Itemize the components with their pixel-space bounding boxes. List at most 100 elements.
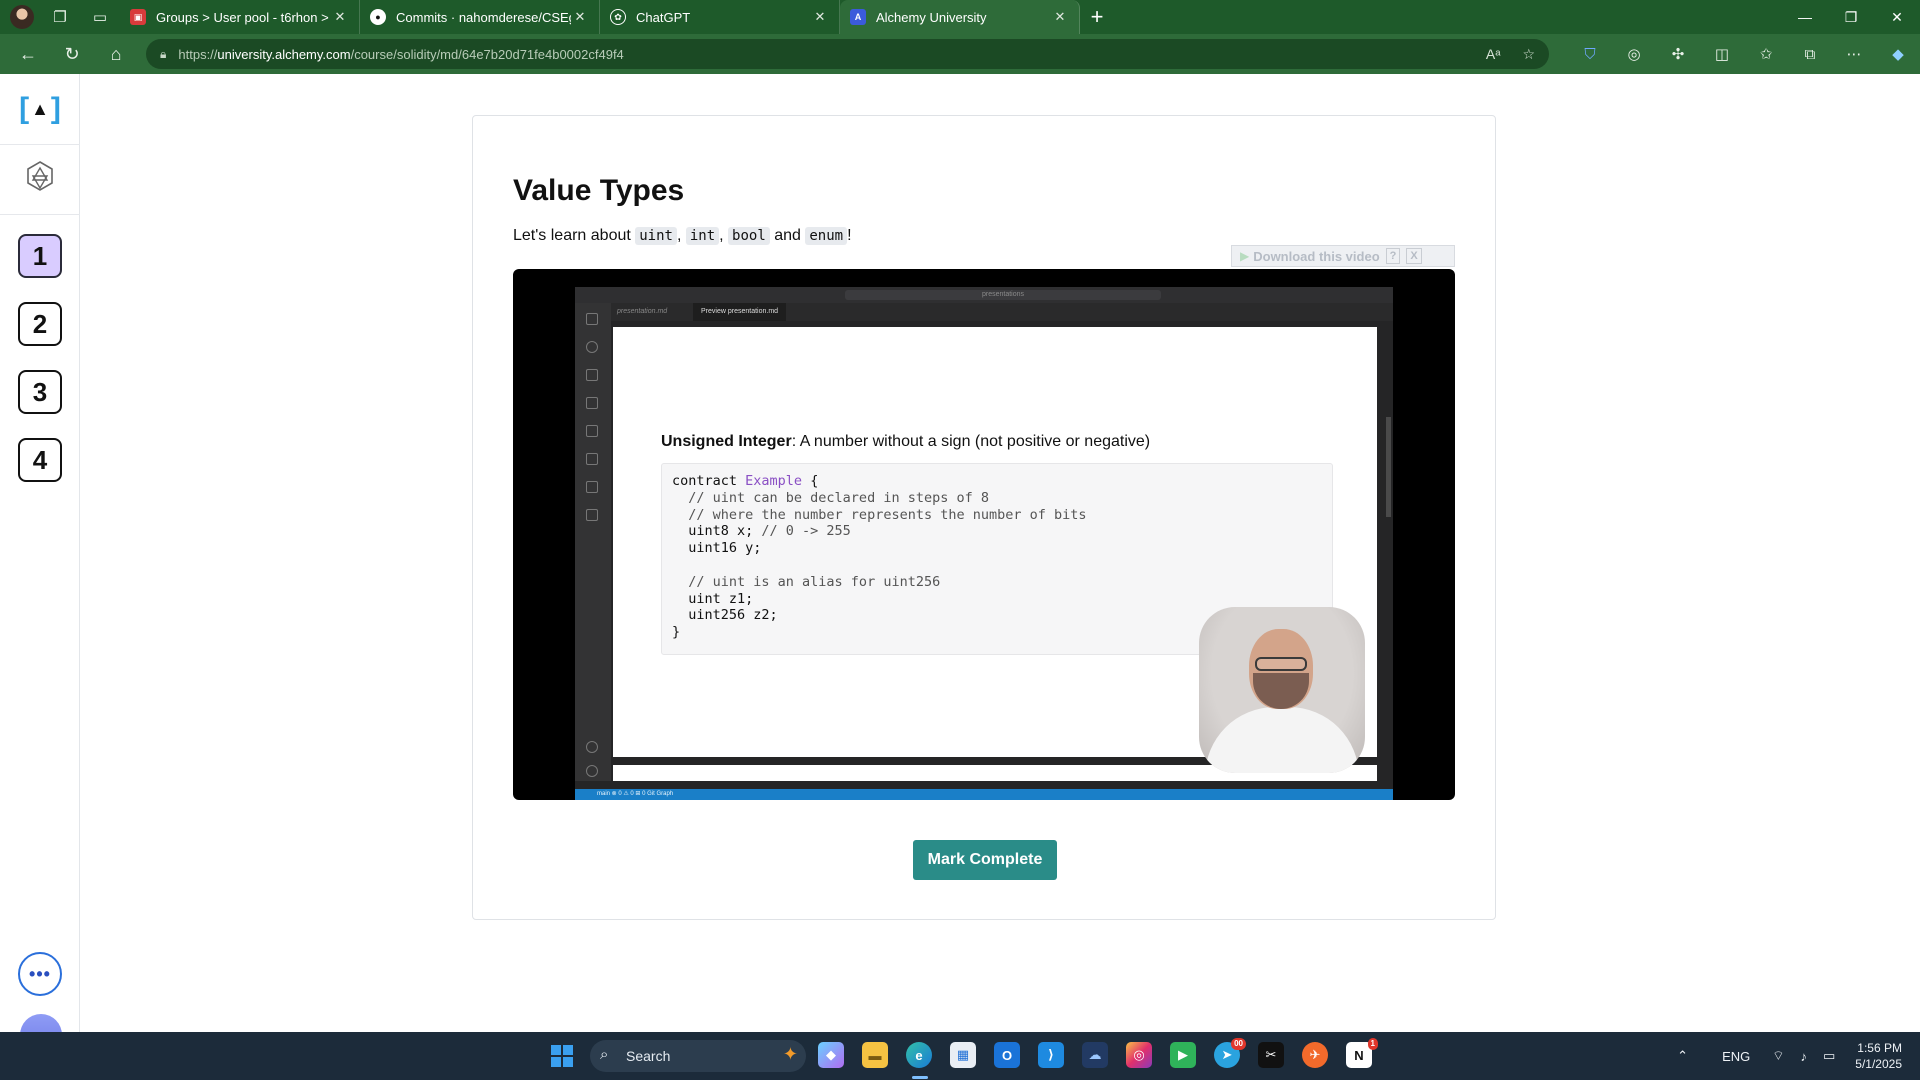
sidebar-divider (0, 214, 80, 215)
tab-title: ChatGPT (636, 9, 691, 25)
editor-scrollbar (1386, 417, 1391, 517)
code-line: uint z1; (672, 590, 754, 607)
editor-search: presentations (845, 290, 1161, 300)
step-1-button[interactable]: 1 (18, 234, 62, 278)
instagram-icon[interactable]: ◎ (1126, 1042, 1152, 1068)
explorer-icon (586, 313, 598, 325)
docker-icon (586, 481, 598, 493)
more-options-button[interactable]: ••• (18, 952, 62, 996)
type-chip-enum: enum (805, 227, 848, 245)
tab-alchemy[interactable]: A Alchemy University ✕ (840, 0, 1080, 34)
comments-icon (586, 453, 598, 465)
wifi-icon[interactable]: ⌔ (1772, 1048, 1784, 1064)
code-comment: // uint is an alias for uint256 (672, 573, 941, 590)
app-cloud-icon[interactable]: ☁ (1082, 1042, 1108, 1068)
minimize-icon[interactable]: — (1782, 0, 1828, 34)
close-icon[interactable]: ✕ (1051, 9, 1069, 25)
editor-tab-inactive: presentation.md (617, 308, 668, 315)
edge-icon[interactable]: e (906, 1042, 932, 1068)
capcut-icon[interactable]: ✂ (1258, 1042, 1284, 1068)
url-field[interactable]: 🔒︎ https://university.alchemy.com/course… (146, 39, 1549, 69)
clock-date: 5/1/2025 (1855, 1057, 1902, 1071)
back-icon[interactable]: ← (6, 34, 50, 74)
download-video-banner[interactable]: ▶ Download this video ? X (1231, 245, 1455, 267)
favorites-icon[interactable]: ✩ (1744, 34, 1788, 74)
course-hex-icon[interactable] (24, 160, 56, 196)
vertical-tabs-icon[interactable]: ▭ (80, 0, 120, 34)
restore-icon[interactable]: ❐ (1828, 0, 1874, 34)
alchemy-logo[interactable]: [ ▲ ] (18, 92, 62, 126)
browser-tab-bar: ❐ ▭ ▣ Groups > User pool - t6rhon > Us ✕… (0, 0, 1920, 34)
lesson-video-player[interactable]: presentations presentation.md Preview pr… (513, 269, 1455, 800)
chevron-up-icon[interactable]: ⌃ (1677, 1048, 1688, 1064)
close-icon[interactable]: ✕ (811, 9, 829, 25)
sidebar-divider (0, 144, 80, 145)
close-window-icon[interactable]: ✕ (1874, 0, 1920, 34)
tab-title: Groups > User pool - t6rhon > Us (156, 9, 331, 25)
read-aloud-icon[interactable]: Aᵃ (1486, 46, 1501, 62)
profile-avatar[interactable] (10, 5, 34, 29)
favorite-star-icon[interactable]: ☆ (1522, 46, 1535, 63)
code-comment: // where the number represents the numbe… (672, 506, 1087, 523)
search-icon: ⌕ (600, 1046, 609, 1063)
window-controls: — ❐ ✕ (1782, 0, 1920, 34)
download-close-button[interactable]: X (1406, 248, 1422, 264)
copilot-icon[interactable]: ◆ (1876, 34, 1920, 74)
collections-icon[interactable]: ⧉ (1788, 34, 1832, 74)
clock-time: 1:56 PM (1857, 1041, 1902, 1055)
postman-icon[interactable]: ✈ (1302, 1042, 1328, 1068)
tab-chatgpt[interactable]: ✿ ChatGPT ✕ (600, 0, 840, 34)
step-3-button[interactable]: 3 (18, 370, 62, 414)
play-icon: ▶ (1240, 249, 1250, 263)
download-video-label: Download this video (1253, 248, 1380, 264)
account-icon (586, 741, 598, 753)
telegram-icon[interactable]: ➤ 00 (1214, 1038, 1246, 1068)
slide-heading: Unsigned Integer: A number without a sig… (661, 433, 1150, 451)
code-line: uint16 y; (672, 540, 762, 557)
windows-start-icon[interactable] (550, 1044, 574, 1068)
split-screen-icon[interactable]: ◫ (1700, 34, 1744, 74)
taskbar-search[interactable]: ⌕ Search ✦ (590, 1040, 806, 1072)
taskbar-clock[interactable]: 1:56 PM 5/1/2025 (1855, 1040, 1902, 1072)
type-chip-uint: uint (635, 227, 677, 245)
download-help-button[interactable]: ? (1385, 248, 1401, 264)
tab-cognito[interactable]: ▣ Groups > User pool - t6rhon > Us ✕ (120, 0, 360, 34)
alchemy-icon: A (850, 9, 866, 25)
outlook-icon[interactable]: O (994, 1042, 1020, 1068)
file-explorer-icon[interactable]: ▬ (862, 1042, 888, 1068)
language-indicator[interactable]: ENG (1722, 1049, 1750, 1064)
code-line: { (802, 473, 819, 489)
lesson-card: Value Types Let's learn about uint , int… (472, 115, 1496, 920)
battery-icon[interactable]: ▭ (1823, 1048, 1835, 1064)
volume-icon[interactable]: ♪ (1800, 1049, 1807, 1064)
active-app-indicator (912, 1076, 928, 1079)
step-2-button[interactable]: 2 (18, 302, 62, 346)
refresh-icon[interactable]: ↻ (50, 34, 94, 74)
tab-title: Commits · nahomderese/CSEg530 (396, 9, 571, 25)
vscode-icon[interactable]: ⟩ (1038, 1042, 1064, 1068)
notion-icon[interactable]: N1 (1346, 1038, 1378, 1068)
home-icon[interactable]: ⌂ (94, 34, 138, 74)
bitwarden-icon[interactable]: ⛉ (1568, 34, 1612, 74)
close-icon[interactable]: ✕ (331, 9, 349, 25)
settings-more-icon[interactable]: ⋯ (1832, 34, 1876, 74)
mark-complete-button[interactable]: Mark Complete (913, 840, 1057, 880)
extensions-icon[interactable]: ✣ (1656, 34, 1700, 74)
microsoft-store-icon[interactable]: ▦ (950, 1042, 976, 1068)
extension-glasses-icon[interactable]: ◎ (1612, 34, 1656, 74)
git-graph-icon (586, 509, 598, 521)
copilot-app-icon[interactable]: ◆ (818, 1042, 844, 1068)
editor-status-bar: main ⊗ 0 ⚠ 0 ⊞ 0 Git Graph (575, 789, 1393, 800)
workspaces-icon[interactable]: ❐ (40, 0, 80, 34)
code-comment: // uint can be declared in steps of 8 (672, 489, 989, 506)
intro-separator: , (676, 227, 686, 244)
new-tab-button[interactable]: + (1080, 0, 1114, 34)
code-line: } (672, 624, 681, 641)
editor-activity-bar (575, 303, 611, 781)
step-4-button[interactable]: 4 (18, 438, 62, 482)
close-icon[interactable]: ✕ (571, 9, 589, 25)
intro-prefix: Let's learn about (513, 227, 636, 244)
tab-github[interactable]: ● Commits · nahomderese/CSEg530 ✕ (360, 0, 600, 34)
google-meet-icon[interactable]: ▶ (1170, 1042, 1196, 1068)
windows-taskbar: ⌕ Search ✦ ◆ ▬ e ▦ O ⟩ ☁ ◎ ▶ ➤ 00 ✂ ✈ N1 … (0, 1032, 1920, 1080)
